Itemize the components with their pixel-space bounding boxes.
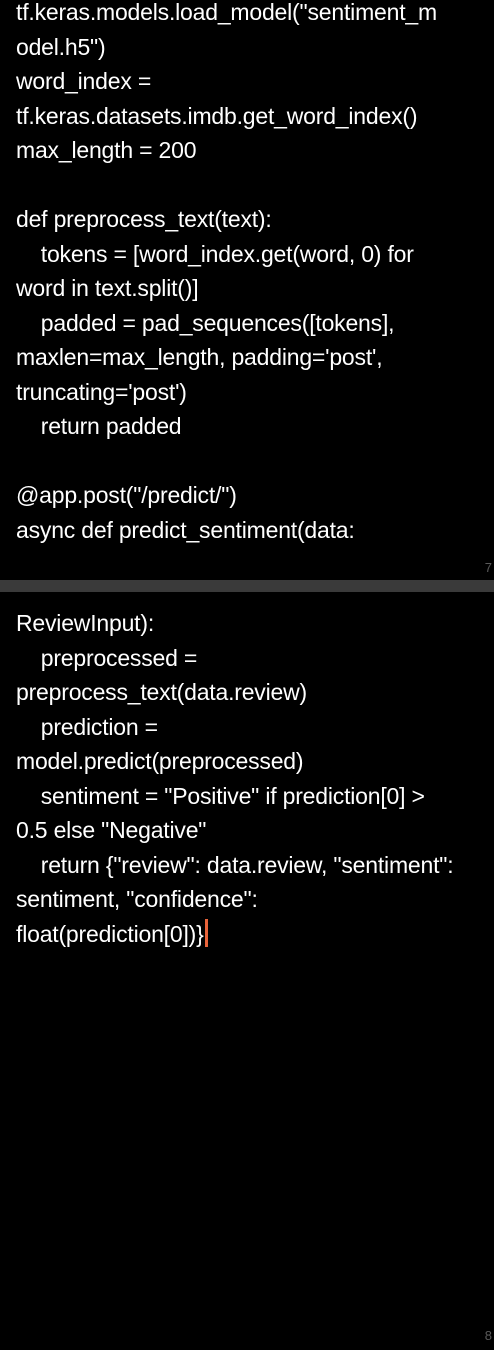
code-block-page-7[interactable]: tf.keras.models.load_model("sentiment_m … [16,0,437,547]
code-text-page-8[interactable]: ReviewInput): preprocessed = preprocess_… [16,610,454,947]
document-page-8: ReviewInput): preprocessed = preprocess_… [0,592,494,1350]
page-number-7: 7 [484,560,492,575]
page-divider [0,580,494,592]
page-number-8: 8 [484,1328,492,1343]
text-cursor [204,918,208,947]
document-page-7: tf.keras.models.load_model("sentiment_m … [0,0,494,580]
code-block-page-8[interactable]: ReviewInput): preprocessed = preprocess_… [16,606,454,951]
